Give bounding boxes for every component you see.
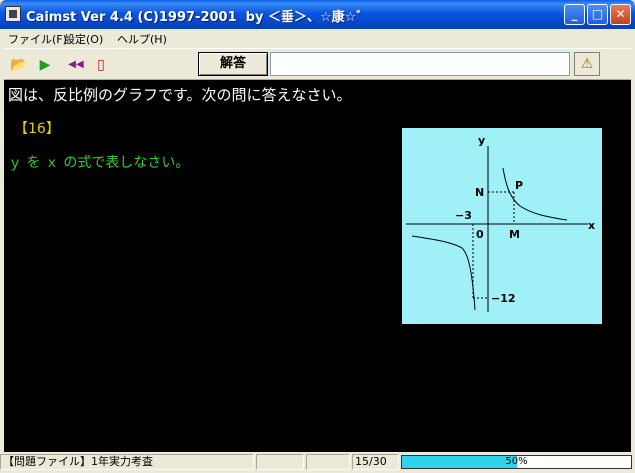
hint-button[interactable]: ⚠ xyxy=(574,52,600,76)
toolbar: 📂 ▶ ◀◀ ▯ 解答 ⚠ xyxy=(4,48,631,80)
exit-door-icon[interactable]: ▯ xyxy=(92,56,110,74)
question-area: 図は、反比例のグラフです。次の問に答えなさい。 【16】 ｙ を ｘ の式で表し… xyxy=(4,80,631,452)
hint-icon: ⚠ xyxy=(580,56,594,72)
menu-help[interactable]: ヘルプ(H) xyxy=(117,31,167,47)
label-minus12: −12 xyxy=(491,292,516,305)
question-number: 【16】 xyxy=(14,121,60,137)
maximize-button[interactable]: □ xyxy=(587,4,608,25)
question-intro: 図は、反比例のグラフです。次の問に答えなさい。 xyxy=(8,86,352,104)
window-title: Caimst Ver 4.4 (C)1997-2001 by ＜垂＞、☆康☆゛ xyxy=(26,10,370,25)
rewind-icon[interactable]: ◀◀ xyxy=(66,56,86,74)
progress-percent: 50% xyxy=(505,456,528,467)
curve-quadrant-1 xyxy=(502,167,568,221)
answer-input[interactable] xyxy=(270,52,570,76)
title-bar[interactable]: Caimst Ver 4.4 (C)1997-2001 by ＜垂＞、☆康☆゛ … xyxy=(0,0,635,29)
menu-bar: ファイル(F) 設定(O) ヘルプ(H) xyxy=(4,29,631,47)
question-text: ｙ を ｘ の式で表しなさい。 xyxy=(8,155,190,171)
label-m: M xyxy=(509,228,520,241)
app-icon[interactable] xyxy=(5,6,21,22)
status-empty-1 xyxy=(256,454,304,470)
curve-quadrant-3 xyxy=(411,235,476,311)
label-x: x xyxy=(588,219,595,232)
progress-bar: 50% xyxy=(401,455,632,469)
label-p: P xyxy=(515,179,523,192)
status-file: 【問題ファイル】1年実力考査 xyxy=(0,454,254,470)
answer-button[interactable]: 解答 xyxy=(198,52,268,76)
play-icon[interactable]: ▶ xyxy=(36,56,54,74)
label-origin: 0 xyxy=(476,228,484,241)
minimize-button[interactable]: _ xyxy=(564,4,585,25)
label-minus3: −3 xyxy=(455,209,472,222)
label-n: N xyxy=(475,186,484,199)
menu-file[interactable]: ファイル(F) xyxy=(8,31,67,47)
status-empty-2 xyxy=(306,454,350,470)
close-button[interactable]: ✕ xyxy=(610,4,631,25)
label-y: y xyxy=(478,134,485,147)
menu-settings[interactable]: 設定(O) xyxy=(64,31,103,47)
status-progress-count: 15/30 xyxy=(352,454,399,470)
app-window: Caimst Ver 4.4 (C)1997-2001 by ＜垂＞、☆康☆゛ … xyxy=(0,0,635,473)
status-bar: 【問題ファイル】1年実力考査 15/30 50% xyxy=(0,452,635,473)
hyperbola-graph: y x N P −3 0 M −12 xyxy=(402,128,602,324)
open-folder-icon[interactable]: 📂 xyxy=(10,56,28,74)
